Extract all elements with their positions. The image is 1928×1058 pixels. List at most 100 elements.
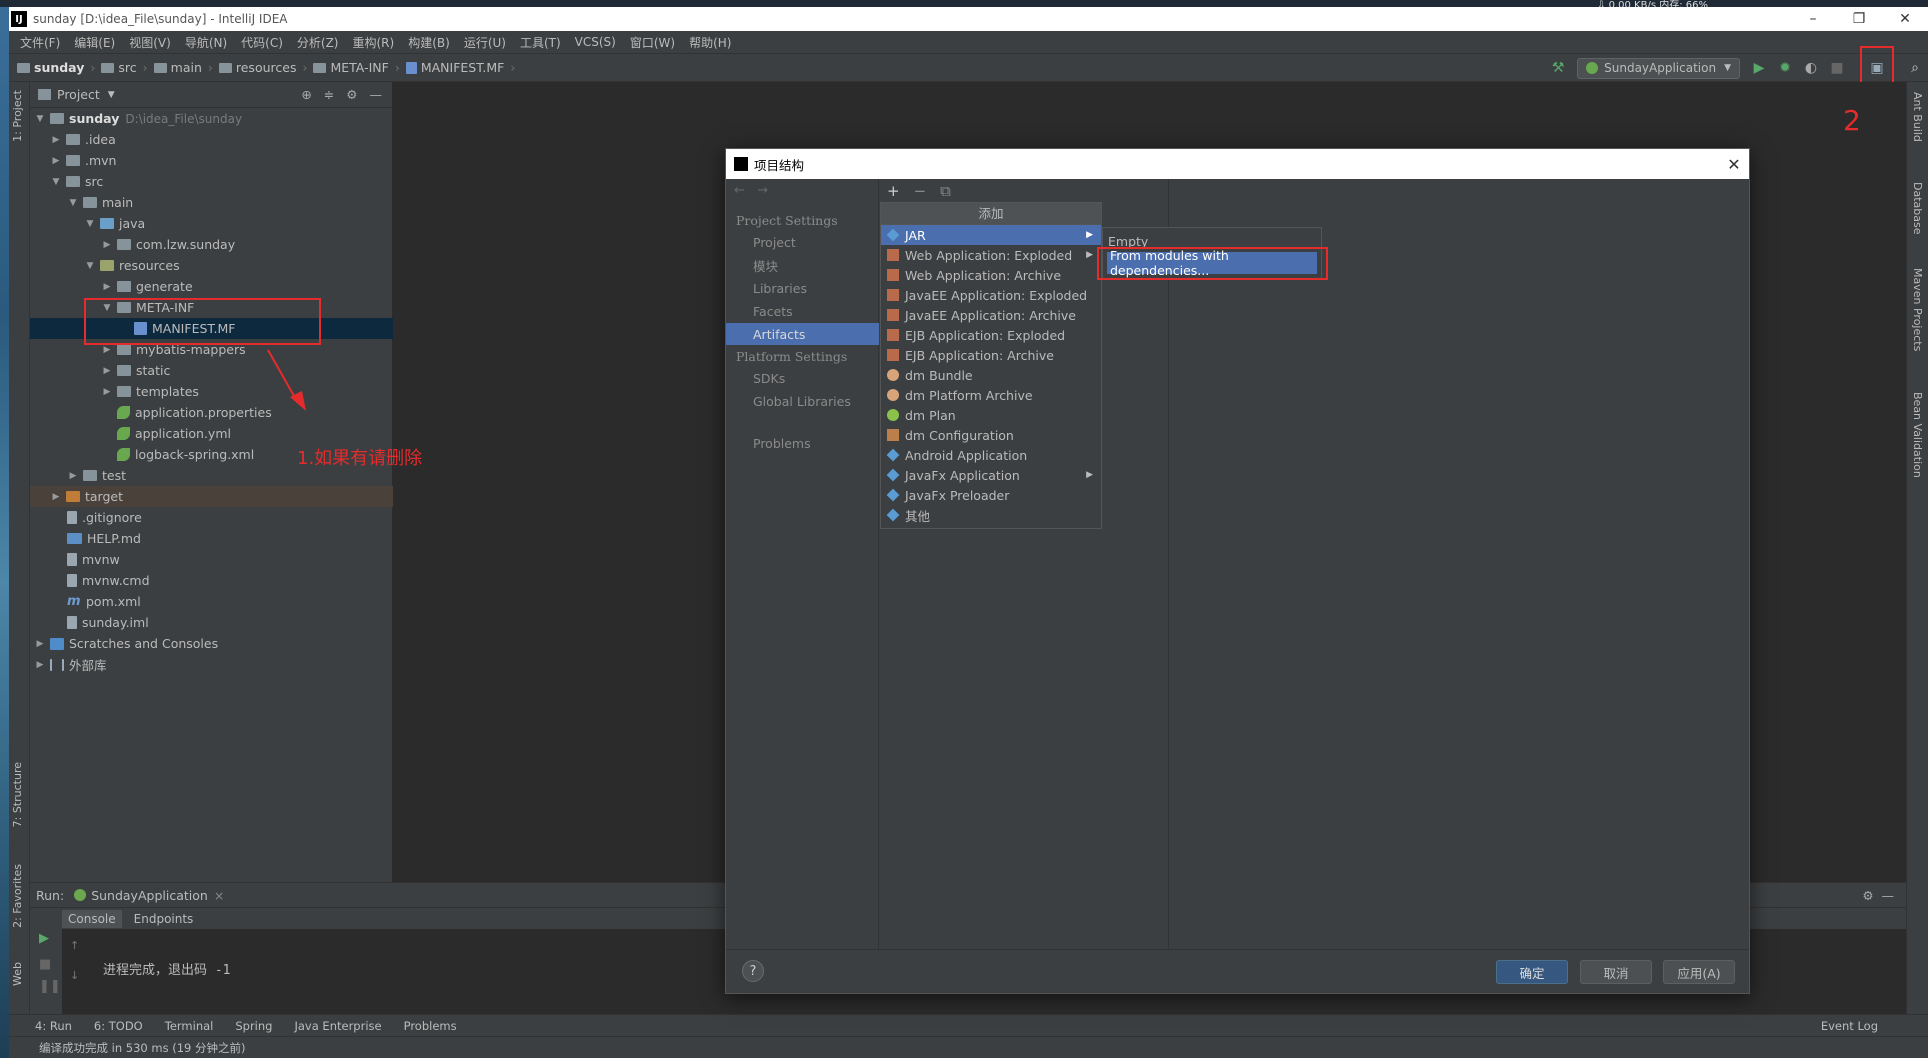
scroll-up-icon[interactable]: ↑ <box>70 939 79 952</box>
nav-facets[interactable]: Facets <box>726 300 879 322</box>
run-tab-sunday-application[interactable]: SundayApplication × <box>74 888 224 903</box>
stop-icon[interactable]: ■ <box>1825 56 1849 80</box>
favorites-tool-tab[interactable]: 2: Favorites <box>11 864 24 928</box>
menu-run[interactable]: 运行(U) <box>457 34 513 51</box>
menu-item-javafx-application[interactable]: JavaFx Application ▶ <box>881 465 1101 485</box>
pause-icon[interactable]: ❚❚ <box>39 979 61 994</box>
chevron-down-icon[interactable]: ▼ <box>108 90 115 100</box>
collapse-arrow-icon[interactable]: ▶ <box>101 282 113 292</box>
tree-item-main[interactable]: ▼ main <box>30 192 393 213</box>
tree-item-sunday[interactable]: ▼ sunday D:\idea_File\sunday <box>30 108 393 129</box>
coverage-icon[interactable]: ◐ <box>1799 56 1823 80</box>
tree-item-scratches[interactable]: ▶ Scratches and Consoles <box>30 633 393 654</box>
back-arrow-icon[interactable]: ← → <box>734 183 768 198</box>
tree-item-package[interactable]: ▶ com.lzw.sunday <box>30 234 393 255</box>
tree-item-pom[interactable]: m pom.xml <box>30 591 393 612</box>
nav-sdks[interactable]: SDKs <box>726 367 879 389</box>
menu-analyze[interactable]: 分析(Z) <box>290 34 346 51</box>
collapse-arrow-icon[interactable]: ▶ <box>101 387 113 397</box>
collapse-arrow-icon[interactable]: ▶ <box>34 639 46 649</box>
bean-validation-tool-tab[interactable]: Bean Validation <box>1911 392 1924 478</box>
menu-refactor[interactable]: 重构(R) <box>346 34 402 51</box>
tree-item-src[interactable]: ▼ src <box>30 171 393 192</box>
tree-item-help-md[interactable]: HELP.md <box>30 528 393 549</box>
expand-arrow-icon[interactable]: ▼ <box>50 177 62 187</box>
stop-icon[interactable]: ■ <box>39 957 51 972</box>
tree-item-resources[interactable]: ▼ resources <box>30 255 393 276</box>
collapse-arrow-icon[interactable]: ▶ <box>101 240 113 250</box>
menu-code[interactable]: 代码(C) <box>234 34 290 51</box>
nav-artifacts[interactable]: Artifacts <box>726 323 879 345</box>
menu-window[interactable]: 窗口(W) <box>623 34 682 51</box>
menu-item-javafx-preloader[interactable]: JavaFx Preloader <box>881 485 1101 505</box>
menu-item-android-application[interactable]: Android Application <box>881 445 1101 465</box>
menu-item-ejb-archive[interactable]: EJB Application: Archive <box>881 345 1101 365</box>
menu-item-dm-configuration[interactable]: dm Configuration <box>881 425 1101 445</box>
event-log-button[interactable]: Event Log <box>1821 1019 1878 1033</box>
tree-item-java[interactable]: ▼ java <box>30 213 393 234</box>
breadcrumb-src[interactable]: src › <box>101 60 148 75</box>
tree-item-static[interactable]: ▶ static <box>30 360 393 381</box>
menu-build[interactable]: 构建(B) <box>401 34 457 51</box>
close-tab-icon[interactable]: × <box>214 888 224 903</box>
bottom-tab-run[interactable]: 4: Run <box>35 1019 72 1033</box>
menu-navigate[interactable]: 导航(N) <box>178 34 234 51</box>
tab-console[interactable]: Console <box>62 909 122 928</box>
gear-icon[interactable]: ⚙ <box>346 87 357 102</box>
help-button[interactable]: ? <box>742 960 764 982</box>
scroll-down-icon[interactable]: ↓ <box>70 969 79 982</box>
rerun-icon[interactable]: ▶ <box>39 931 49 946</box>
tree-item-templates[interactable]: ▶ templates <box>30 381 393 402</box>
tree-item-application-properties[interactable]: application.properties <box>30 402 393 423</box>
menu-item-dm-plan[interactable]: dm Plan <box>881 405 1101 425</box>
collapse-arrow-icon[interactable]: ▶ <box>50 492 62 502</box>
tree-item-mvnw[interactable]: mvnw <box>30 549 393 570</box>
build-hammer-icon[interactable]: ⚒ <box>1546 56 1570 80</box>
bottom-tab-problems[interactable]: Problems <box>404 1019 457 1033</box>
menu-vcs[interactable]: VCS(S) <box>568 35 623 49</box>
collapse-arrow-icon[interactable]: ▶ <box>67 471 79 481</box>
nav-modules[interactable]: 模块 <box>726 254 879 276</box>
menu-file[interactable]: 文件(F) <box>13 34 67 51</box>
menu-item-other[interactable]: 其他 <box>881 505 1101 525</box>
menu-item-ejb-exploded[interactable]: EJB Application: Exploded <box>881 325 1101 345</box>
nav-global-libraries[interactable]: Global Libraries <box>726 390 879 412</box>
ok-button[interactable]: 确定 <box>1496 960 1568 984</box>
bottom-tab-java-enterprise[interactable]: Java Enterprise <box>294 1019 381 1033</box>
breadcrumb-manifest[interactable]: MANIFEST.MF › <box>405 60 515 75</box>
menu-item-dm-bundle[interactable]: dm Bundle <box>881 365 1101 385</box>
menu-item-web-archive[interactable]: Web Application: Archive <box>881 265 1101 285</box>
breadcrumb-meta-inf[interactable]: META-INF › <box>313 60 400 75</box>
collapse-arrow-icon[interactable]: ▶ <box>101 366 113 376</box>
bottom-tab-todo[interactable]: 6: TODO <box>94 1019 143 1033</box>
menu-view[interactable]: 视图(V) <box>122 34 178 51</box>
minimize-button[interactable]: – <box>1790 7 1836 31</box>
apply-button[interactable]: 应用(A) <box>1663 960 1735 984</box>
bottom-tab-spring[interactable]: Spring <box>235 1019 272 1033</box>
database-tool-tab[interactable]: Database <box>1911 182 1924 235</box>
menu-item-dm-platform-archive[interactable]: dm Platform Archive <box>881 385 1101 405</box>
collapse-arrow-icon[interactable]: ▶ <box>50 135 62 145</box>
gear-icon[interactable]: ⚙ — <box>1862 888 1894 903</box>
remove-icon[interactable]: − <box>914 182 927 200</box>
tree-item-gitignore[interactable]: .gitignore <box>30 507 393 528</box>
nav-problems[interactable]: Problems <box>726 432 879 454</box>
hide-icon[interactable]: — <box>370 87 383 102</box>
debug-icon[interactable]: ✹ <box>1773 56 1797 80</box>
collapse-arrow-icon[interactable]: ▶ <box>34 660 46 670</box>
tree-item-sunday-iml[interactable]: sunday.iml <box>30 612 393 633</box>
collapse-arrow-icon[interactable]: ▶ <box>101 345 113 355</box>
tree-item-application-yml[interactable]: application.yml <box>30 423 393 444</box>
cancel-button[interactable]: 取消 <box>1580 960 1652 984</box>
web-tool-tab[interactable]: Web <box>11 962 24 986</box>
close-window-button[interactable]: ✕ <box>1882 7 1928 31</box>
collapse-arrow-icon[interactable]: ▶ <box>50 156 62 166</box>
search-everywhere-icon[interactable]: ⌕ <box>1903 56 1927 80</box>
structure-tool-tab[interactable]: 7: Structure <box>11 762 24 827</box>
tree-item-external-libraries[interactable]: ▶ 外部库 <box>30 654 393 675</box>
menu-item-web-exploded[interactable]: Web Application: Exploded ▶ <box>881 245 1101 265</box>
tree-item-idea[interactable]: ▶ .idea <box>30 129 393 150</box>
menu-edit[interactable]: 编辑(E) <box>67 34 122 51</box>
breadcrumb-main[interactable]: main › <box>153 60 213 75</box>
breadcrumb-resources[interactable]: resources › <box>218 60 307 75</box>
